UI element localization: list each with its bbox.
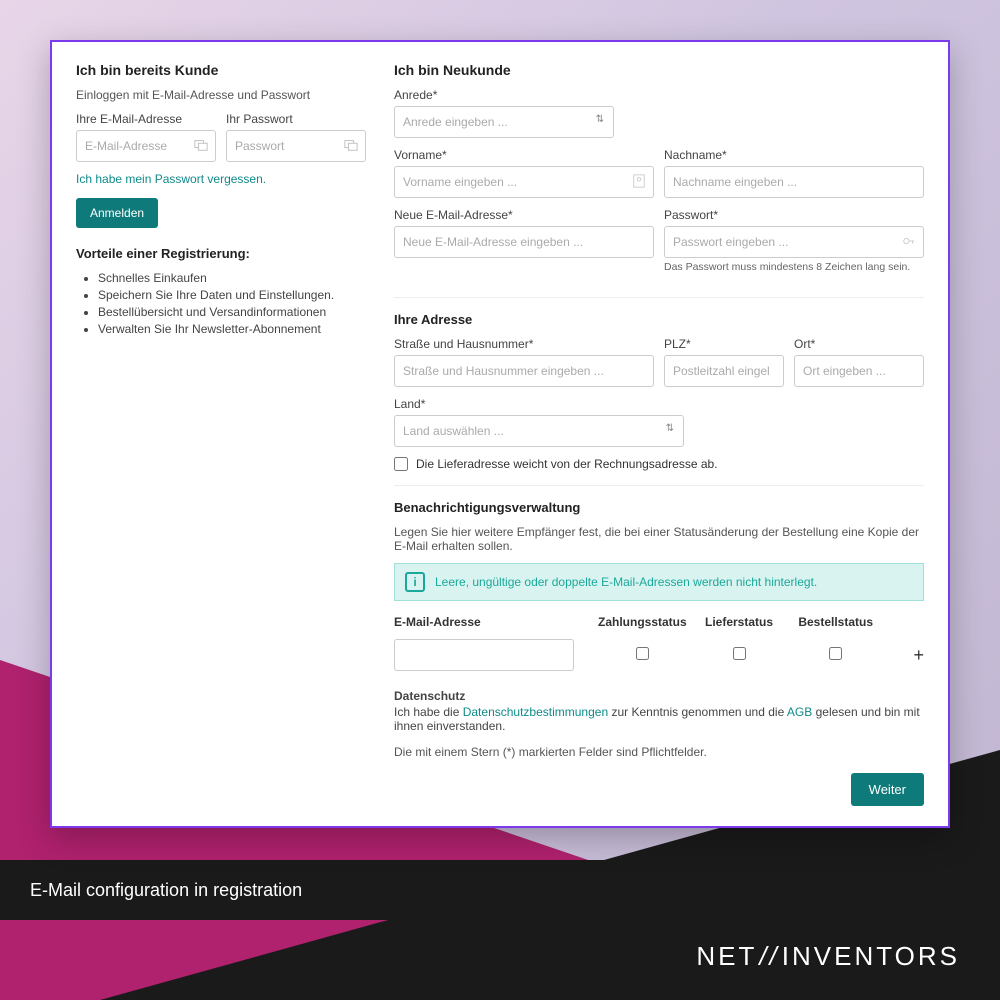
login-column: Ich bin bereits Kunde Einloggen mit E-Ma…	[76, 62, 366, 806]
diff-shipping-checkbox[interactable]	[394, 457, 408, 471]
street-field[interactable]	[394, 355, 654, 387]
new-password-field[interactable]	[664, 226, 924, 258]
payment-status-checkbox[interactable]	[636, 647, 649, 660]
col-order: Bestellstatus	[787, 615, 884, 629]
col-email: E-Mail-Adresse	[394, 615, 594, 629]
salutation-label: Anrede*	[394, 88, 614, 102]
forgot-password-link[interactable]: Ich habe mein Passwort vergessen.	[76, 172, 266, 186]
login-heading: Ich bin bereits Kunde	[76, 62, 366, 78]
caption-bar: E-Mail configuration in registration	[0, 860, 620, 920]
list-item: Schnelles Einkaufen	[98, 271, 366, 285]
notification-table: E-Mail-Adresse Zahlungsstatus Lieferstat…	[394, 611, 924, 677]
autofill-icon	[344, 138, 358, 152]
zip-label: PLZ*	[664, 337, 784, 351]
diff-shipping-label: Die Lieferadresse weicht von der Rechnun…	[416, 457, 718, 471]
registration-card: Ich bin bereits Kunde Einloggen mit E-Ma…	[50, 40, 950, 828]
list-item: Bestellübersicht und Versandinformatione…	[98, 305, 366, 319]
col-payment: Zahlungsstatus	[594, 615, 691, 629]
key-icon	[902, 234, 916, 248]
order-status-checkbox[interactable]	[829, 647, 842, 660]
country-label: Land*	[394, 397, 684, 411]
login-subtext: Einloggen mit E-Mail-Adresse und Passwor…	[76, 88, 366, 102]
table-row: +	[394, 633, 924, 677]
country-select[interactable]: Land auswählen ...	[394, 415, 684, 447]
required-note: Die mit einem Stern (*) markierten Felde…	[394, 745, 924, 759]
login-button[interactable]: Anmelden	[76, 198, 158, 228]
address-heading: Ihre Adresse	[394, 312, 924, 327]
lastname-field[interactable]	[664, 166, 924, 198]
lastname-label: Nachname*	[664, 148, 924, 162]
register-heading: Ich bin Neukunde	[394, 62, 924, 78]
continue-button[interactable]: Weiter	[851, 773, 924, 806]
new-password-label: Passwort*	[664, 208, 924, 222]
zip-field[interactable]	[664, 355, 784, 387]
autofill-icon	[194, 138, 208, 152]
new-email-field[interactable]	[394, 226, 654, 258]
add-recipient-button[interactable]: +	[914, 645, 925, 665]
caption-text: E-Mail configuration in registration	[30, 880, 302, 901]
street-label: Straße und Hausnummer*	[394, 337, 654, 351]
email-label: Ihre E-Mail-Adresse	[76, 112, 216, 126]
city-label: Ort*	[794, 337, 924, 351]
benefits-heading: Vorteile einer Registrierung:	[76, 246, 366, 261]
register-column: Ich bin Neukunde Anrede* Anrede eingeben…	[394, 62, 924, 806]
col-delivery: Lieferstatus	[691, 615, 788, 629]
password-label: Ihr Passwort	[226, 112, 366, 126]
password-hint: Das Passwort muss mindestens 8 Zeichen l…	[664, 261, 924, 273]
list-item: Verwalten Sie Ihr Newsletter-Abonnement	[98, 322, 366, 336]
info-icon: i	[405, 572, 425, 592]
brand-logo: NET//INVENTORS	[696, 941, 960, 972]
list-item: Speichern Sie Ihre Daten und Einstellung…	[98, 288, 366, 302]
contact-icon	[632, 174, 646, 188]
new-email-label: Neue E-Mail-Adresse*	[394, 208, 654, 222]
salutation-select[interactable]: Anrede eingeben ...	[394, 106, 614, 138]
delivery-status-checkbox[interactable]	[733, 647, 746, 660]
notification-heading: Benachrichtigungsverwaltung	[394, 500, 924, 515]
firstname-label: Vorname*	[394, 148, 654, 162]
privacy-heading: Datenschutz	[394, 689, 924, 703]
info-alert: i Leere, ungültige oder doppelte E-Mail-…	[394, 563, 924, 601]
notification-subtext: Legen Sie hier weitere Empfänger fest, d…	[394, 525, 924, 553]
alert-text: Leere, ungültige oder doppelte E-Mail-Ad…	[435, 575, 817, 589]
firstname-field[interactable]	[394, 166, 654, 198]
recipient-email-field[interactable]	[394, 639, 574, 671]
benefits-list: Schnelles Einkaufen Speichern Sie Ihre D…	[76, 271, 366, 336]
terms-link[interactable]: AGB	[787, 705, 812, 719]
city-field[interactable]	[794, 355, 924, 387]
privacy-policy-link[interactable]: Datenschutzbestimmungen	[463, 705, 608, 719]
